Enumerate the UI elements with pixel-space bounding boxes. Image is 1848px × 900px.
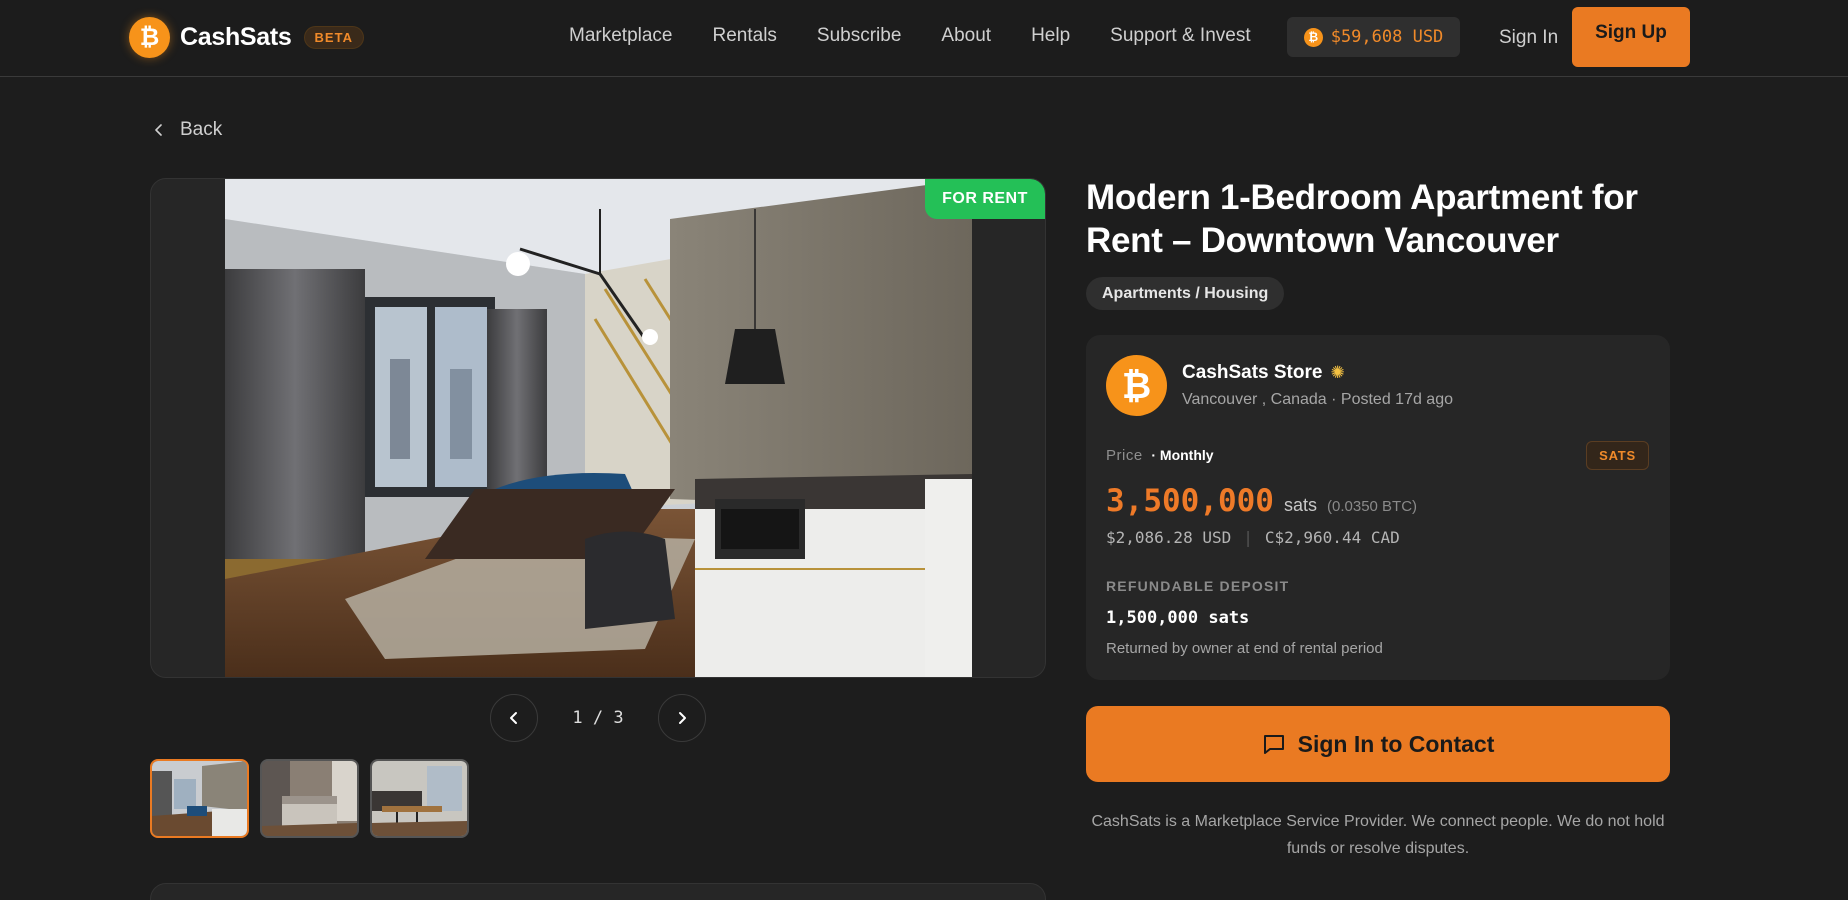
- contact-button-label: Sign In to Contact: [1297, 730, 1495, 757]
- gallery-pager: 1 / 3: [490, 694, 706, 742]
- top-nav-bar: ₿ CashSats BETA Marketplace Rentals Subs…: [0, 0, 1848, 77]
- price-unit: sats: [1283, 495, 1317, 515]
- thumbnail-1[interactable]: [150, 759, 249, 838]
- price-usd: $2,086.28 USD: [1106, 528, 1232, 547]
- next-image-button[interactable]: [658, 694, 706, 742]
- currency-badge: SATS: [1586, 441, 1649, 470]
- logo-text: CashSats: [180, 22, 292, 51]
- for-rent-badge: FOR RENT: [925, 179, 1045, 219]
- chevron-right-icon: [679, 712, 686, 724]
- listing-title: Modern 1-Bedroom Apartment for Rent – Do…: [1086, 178, 1638, 260]
- details-card: [150, 883, 1046, 900]
- deposit-amount: 1,500,000 sats: [1106, 608, 1250, 628]
- deposit-note: Returned by owner at end of rental perio…: [1106, 640, 1383, 657]
- price-btc: (0.0350 BTC): [1327, 498, 1418, 515]
- nav-help[interactable]: Help: [1031, 25, 1070, 47]
- btc-price-ticker[interactable]: ₿ $59,608 USD: [1287, 17, 1460, 57]
- seller-name: CashSats Store: [1182, 362, 1323, 383]
- pager-count: 1 / 3: [572, 708, 624, 728]
- message-icon: [1263, 735, 1284, 754]
- chevron-left-icon: [510, 712, 517, 724]
- price-amount: 3,500,000: [1106, 483, 1274, 519]
- sign-in-to-contact-button[interactable]: Sign In to Contact: [1086, 706, 1670, 782]
- chevron-left-icon: [155, 124, 162, 136]
- gallery-main: FOR RENT: [150, 178, 1046, 678]
- seller-name-row[interactable]: CashSats Store ✺: [1182, 362, 1345, 384]
- seller-location-posted: Vancouver , Canada · Posted 17d ago: [1182, 391, 1453, 408]
- category-tag[interactable]: Apartments / Housing: [1086, 277, 1285, 310]
- sign-in-link[interactable]: Sign In: [1499, 27, 1558, 49]
- thumbnail-strip: [150, 759, 469, 838]
- deposit-label: REFUNDABLE DEPOSIT: [1106, 578, 1290, 594]
- nav-marketplace[interactable]: Marketplace: [569, 25, 673, 47]
- nav-about[interactable]: About: [941, 25, 991, 47]
- beta-badge: BETA: [303, 25, 364, 49]
- sun-badge-icon: ✺: [1330, 363, 1345, 382]
- nav-support-invest[interactable]: Support & Invest: [1110, 25, 1250, 47]
- price-cad: C$2,960.44 CAD: [1264, 528, 1400, 547]
- btc-price-value: $59,608 USD: [1330, 27, 1444, 47]
- disclaimer-text: CashSats is a Marketplace Service Provid…: [1091, 813, 1665, 857]
- seller-avatar[interactable]: ₿: [1106, 355, 1167, 416]
- seller-price-card: ₿ CashSats Store ✺ Vancouver , Canada · …: [1086, 335, 1670, 680]
- back-label: Back: [180, 119, 223, 140]
- price-label-row: Price · Monthly: [1106, 447, 1214, 464]
- bitcoin-icon: ₿: [129, 16, 170, 58]
- fiat-conversion: $2,086.28 USD | C$2,960.44 CAD: [1106, 528, 1400, 547]
- nav-subscribe[interactable]: Subscribe: [817, 25, 902, 47]
- price-label: Price: [1106, 447, 1143, 464]
- logo[interactable]: ₿ CashSats BETA: [129, 16, 364, 58]
- main-nav: Marketplace Rentals Subscribe About Help…: [569, 25, 1291, 47]
- listing-photo[interactable]: [225, 179, 972, 677]
- prev-image-button[interactable]: [490, 694, 538, 742]
- nav-rentals[interactable]: Rentals: [713, 25, 777, 47]
- price-frequency: · Monthly: [1151, 447, 1214, 463]
- fiat-divider: |: [1243, 528, 1253, 547]
- price-row: 3,500,000 sats (0.0350 BTC): [1106, 483, 1417, 519]
- bitcoin-icon: ₿: [1303, 27, 1323, 47]
- back-link[interactable]: Back: [152, 119, 222, 141]
- sign-up-button[interactable]: Sign Up: [1572, 7, 1690, 67]
- thumbnail-2[interactable]: [260, 759, 359, 838]
- thumbnail-3[interactable]: [370, 759, 469, 838]
